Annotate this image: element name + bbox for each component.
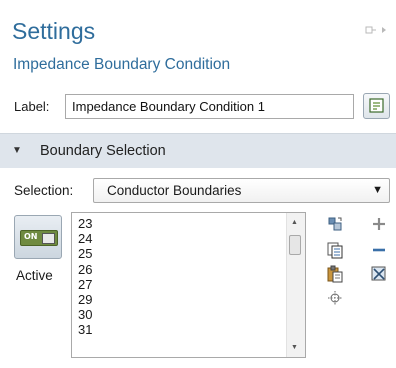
- list-item[interactable]: 24: [78, 231, 92, 246]
- section-title: Boundary Selection: [40, 143, 166, 159]
- copy-selection-icon: [327, 242, 343, 259]
- plus-icon: [373, 218, 385, 230]
- chevron-down-icon: ▼: [372, 184, 383, 196]
- list-item[interactable]: 26: [78, 262, 92, 277]
- paste-selection-icon: [328, 217, 342, 231]
- text-edit-icon: [368, 98, 384, 113]
- zoom-to-selection-button[interactable]: [325, 288, 345, 308]
- pin-icon[interactable]: [364, 24, 390, 36]
- boundary-selection-header[interactable]: ▼ Boundary Selection: [0, 133, 396, 168]
- paste-button[interactable]: [325, 264, 345, 284]
- selection-dropdown[interactable]: Conductor Boundaries ▼: [93, 178, 390, 203]
- panel-title: Settings: [12, 18, 96, 44]
- selection-value: Conductor Boundaries: [107, 183, 242, 198]
- clear-selection-button[interactable]: [369, 264, 389, 284]
- boundary-list[interactable]: 23 24 25 26 27 29 30 31 ▲ ▼: [71, 212, 306, 358]
- toggle-knob: [42, 233, 55, 244]
- label-field-label: Label:: [14, 99, 50, 114]
- list-item[interactable]: 29: [78, 292, 92, 307]
- list-item[interactable]: 23: [78, 216, 92, 231]
- toggle-on-text: ON: [24, 232, 38, 241]
- panel-subtitle: Impedance Boundary Condition: [13, 56, 231, 73]
- scroll-thumb[interactable]: [289, 235, 301, 255]
- list-scrollbar[interactable]: ▲ ▼: [286, 213, 305, 357]
- minus-icon: [373, 248, 385, 252]
- remove-button[interactable]: [369, 240, 389, 260]
- copy-selection-button[interactable]: [325, 240, 345, 260]
- active-toggle-button[interactable]: ON: [14, 215, 62, 259]
- label-action-button[interactable]: [363, 93, 390, 119]
- list-item[interactable]: 30: [78, 307, 92, 322]
- clear-selection-icon: [371, 266, 386, 281]
- label-input[interactable]: [65, 94, 354, 119]
- collapse-arrow-icon[interactable]: ▼: [12, 145, 22, 156]
- boundary-list-items: 23 24 25 26 27 29 30 31: [78, 216, 92, 338]
- list-item[interactable]: 31: [78, 322, 92, 337]
- paste-selection-button[interactable]: [325, 214, 345, 234]
- paste-icon: [327, 265, 343, 283]
- settings-panel: Settings Impedance Boundary Condition La…: [0, 0, 396, 368]
- add-button[interactable]: [369, 214, 389, 234]
- toggle-switch: ON: [20, 230, 58, 246]
- list-item[interactable]: 27: [78, 277, 92, 292]
- active-label: Active: [16, 268, 53, 283]
- scroll-up-icon[interactable]: ▲: [291, 219, 298, 226]
- zoom-to-selection-icon: [328, 291, 342, 305]
- scroll-down-icon[interactable]: ▼: [291, 344, 298, 351]
- selection-label: Selection:: [14, 183, 74, 198]
- list-item[interactable]: 25: [78, 246, 92, 261]
